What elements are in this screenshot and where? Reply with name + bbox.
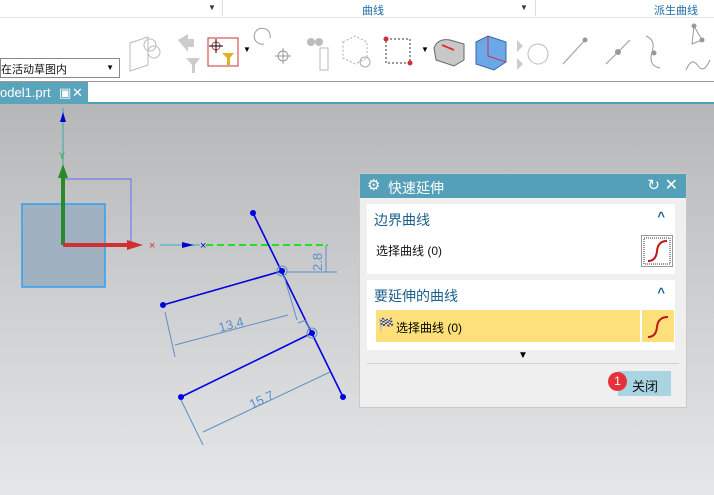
select-curve-button[interactable] <box>641 235 673 267</box>
tab-bar: odel1.prt ▣ ✕ <box>0 82 714 104</box>
divider <box>367 363 679 364</box>
binoculars-icon[interactable] <box>307 38 329 71</box>
dropdown-icon[interactable]: ▼ <box>243 45 251 54</box>
extrude-face-icon[interactable] <box>433 39 465 67</box>
select-filter-icon[interactable] <box>207 37 239 67</box>
checkered-flag-icon: 🏁 <box>378 317 395 332</box>
move-arrows-icon[interactable] <box>517 40 549 70</box>
group-dropdown-icon[interactable]: ▼ <box>208 3 216 12</box>
select-curve-label: 选择曲线 (0) <box>396 321 463 335</box>
collapse-icon[interactable]: ^ <box>657 285 665 300</box>
select-curve-row[interactable]: 🏁 选择曲线 (0) <box>376 310 640 342</box>
collapse-icon[interactable]: ^ <box>657 209 665 224</box>
solid-cube-icon[interactable] <box>475 35 507 71</box>
group-curve[interactable]: 曲线 <box>362 2 384 18</box>
spline-icon[interactable] <box>685 59 711 71</box>
tab-label: odel1.prt <box>0 85 51 100</box>
step-badge: 1 <box>608 372 627 391</box>
dialog-header: ⚙ 快速延伸 ↻ ✕ <box>360 174 686 198</box>
tab-model1[interactable]: odel1.prt ▣ ✕ <box>0 82 88 104</box>
associative-curve-icon[interactable] <box>129 36 161 72</box>
reset-icon[interactable]: ↻ <box>647 176 660 194</box>
rectangle-select-icon[interactable] <box>383 36 413 66</box>
point-on-line-icon[interactable] <box>605 39 631 65</box>
close-icon[interactable]: ✕ <box>72 85 83 101</box>
divider <box>535 0 536 16</box>
toolbar: 在活动草图内 ▼ ▼ ▼ <box>0 18 714 82</box>
undo-filter-icon[interactable] <box>178 34 200 73</box>
curve-icon[interactable] <box>645 35 661 69</box>
divider <box>222 0 223 16</box>
save-icon[interactable]: ▣ <box>59 85 71 101</box>
dialog-title: 快速延伸 <box>388 180 444 196</box>
close-icon[interactable]: ✕ <box>665 175 678 195</box>
ribbon-group-bar: ▼ 曲线 ▼ 派生曲线 <box>0 0 714 18</box>
expand-more-icon[interactable]: ▼ <box>518 350 528 361</box>
section-title[interactable]: 要延伸的曲线 <box>374 286 458 306</box>
spline-points-icon[interactable] <box>691 23 705 45</box>
line-icon[interactable] <box>562 37 588 65</box>
reset-icon[interactable] <box>253 27 291 64</box>
curve-icon <box>643 237 671 265</box>
dropdown-icon[interactable]: ▼ <box>421 45 429 54</box>
gear-icon[interactable]: ⚙ <box>367 176 380 194</box>
section-boundary-curve: 边界曲线 ^ 选择曲线 (0) <box>367 204 675 274</box>
curve-icon <box>647 316 669 338</box>
group-dropdown-icon[interactable]: ▼ <box>520 3 528 12</box>
toolbar-icons: ▼ ▼ <box>129 23 711 73</box>
cube-snap-icon[interactable] <box>342 35 371 68</box>
group-derived-curve[interactable]: 派生曲线 <box>654 2 698 18</box>
select-curve-button[interactable] <box>642 310 674 342</box>
section-curve-to-extend: 要延伸的曲线 ^ 🏁 选择曲线 (0) <box>367 280 675 350</box>
section-title[interactable]: 边界曲线 <box>374 210 430 230</box>
select-curve-label: 选择曲线 (0) <box>376 244 443 258</box>
